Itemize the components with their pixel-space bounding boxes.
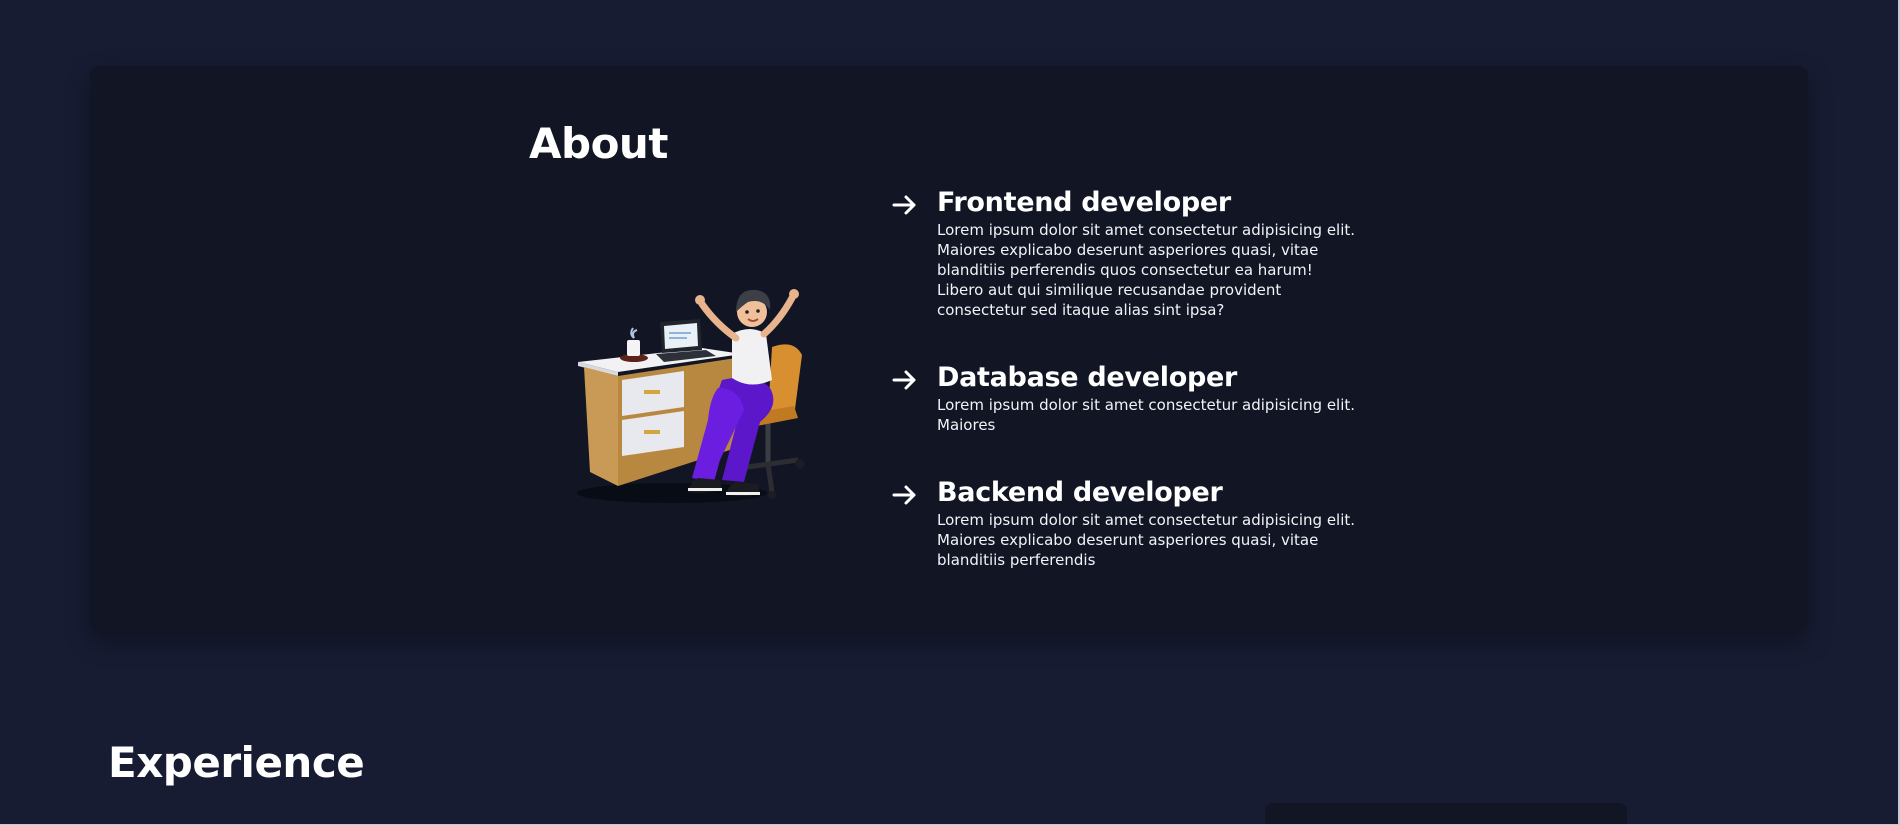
page: About Frontend developer Lorem ipsum dol…: [0, 0, 1900, 825]
skill-description: Lorem ipsum dolor sit amet consectetur a…: [937, 396, 1356, 434]
developer-at-desk-illustration: [572, 272, 832, 506]
skill-frontend: Frontend developer Lorem ipsum dolor sit…: [890, 186, 1360, 320]
skill-description: Lorem ipsum dolor sit amet consectetur a…: [937, 221, 1356, 319]
arrow-right-icon: [892, 485, 916, 505]
skill-title: Frontend developer: [937, 187, 1231, 218]
skill-backend: Backend developer Lorem ipsum dolor sit …: [890, 476, 1360, 570]
arrow-right-icon: [892, 195, 916, 215]
skill-database: Database developer Lorem ipsum dolor sit…: [890, 361, 1360, 435]
skills-list: Frontend developer Lorem ipsum dolor sit…: [890, 186, 1360, 570]
skill-title: Database developer: [937, 362, 1237, 393]
about-title: About: [529, 119, 668, 168]
skill-description: Lorem ipsum dolor sit amet consectetur a…: [937, 511, 1356, 569]
experience-title: Experience: [108, 738, 365, 787]
arrow-right-icon: [892, 370, 916, 390]
skill-title: Backend developer: [937, 477, 1223, 508]
experience-card: [1265, 803, 1627, 825]
